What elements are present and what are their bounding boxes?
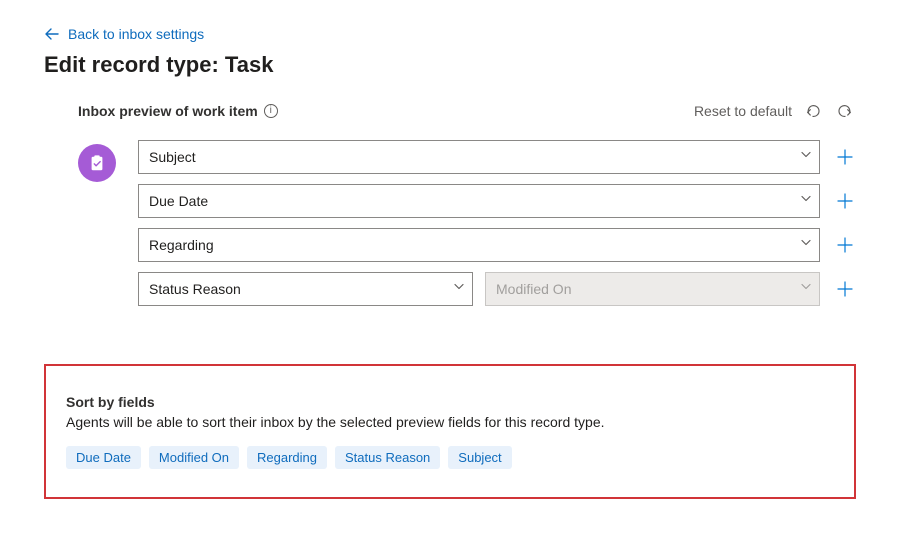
select-label: Due Date	[149, 193, 208, 209]
info-icon[interactable]: i	[264, 104, 278, 118]
field-select-subject[interactable]: Subject	[138, 140, 820, 174]
sort-chip-subject[interactable]: Subject	[448, 446, 511, 469]
field-select-modified-on: Modified On	[485, 272, 820, 306]
field-select-regarding[interactable]: Regarding	[138, 228, 820, 262]
sort-section-title: Sort by fields	[66, 394, 834, 410]
plus-icon	[836, 192, 854, 210]
preview-row: Regarding	[138, 228, 856, 262]
field-select-due-date[interactable]: Due Date	[138, 184, 820, 218]
preview-row: Due Date	[138, 184, 856, 218]
preview-row: Status Reason Modified On	[138, 272, 856, 306]
sort-chip-status-reason[interactable]: Status Reason	[335, 446, 440, 469]
select-label: Modified On	[496, 281, 571, 297]
chevron-down-icon	[799, 280, 813, 299]
back-link-label: Back to inbox settings	[68, 26, 204, 42]
preview-row-fields: Due Date	[138, 184, 820, 218]
select-label: Subject	[149, 149, 196, 165]
field-select-status-reason[interactable]: Status Reason	[138, 272, 473, 306]
task-clipboard-icon	[78, 144, 116, 182]
select-label: Status Reason	[149, 281, 241, 297]
reset-to-default-button[interactable]: Reset to default	[694, 103, 792, 119]
select-label: Regarding	[149, 237, 214, 253]
chevron-down-icon	[452, 280, 466, 299]
chevron-down-icon	[799, 148, 813, 167]
reset-group: Reset to default	[694, 100, 856, 122]
preview-section-title: Inbox preview of work item	[78, 103, 258, 119]
sort-chip-modified-on[interactable]: Modified On	[149, 446, 239, 469]
chevron-down-icon	[799, 236, 813, 255]
plus-icon	[836, 148, 854, 166]
redo-button[interactable]	[834, 100, 856, 122]
undo-button[interactable]	[802, 100, 824, 122]
plus-icon	[836, 236, 854, 254]
preview-row: Subject	[138, 140, 856, 174]
redo-icon	[836, 102, 854, 120]
chevron-down-icon	[799, 192, 813, 211]
back-to-inbox-link[interactable]: Back to inbox settings	[44, 26, 204, 42]
add-field-button[interactable]	[834, 190, 856, 212]
preview-row-fields: Regarding	[138, 228, 820, 262]
preview-rows: Subject D	[138, 140, 856, 306]
undo-icon	[804, 102, 822, 120]
sort-chip-due-date[interactable]: Due Date	[66, 446, 141, 469]
sort-section-description: Agents will be able to sort their inbox …	[66, 414, 834, 430]
section-title-wrap: Inbox preview of work item i	[78, 103, 278, 119]
page-title: Edit record type: Task	[44, 52, 856, 78]
preview-row-fields: Subject	[138, 140, 820, 174]
plus-icon	[836, 280, 854, 298]
sort-chip-regarding[interactable]: Regarding	[247, 446, 327, 469]
add-field-button[interactable]	[834, 146, 856, 168]
page-root: Back to inbox settings Edit record type:…	[0, 0, 900, 499]
add-field-button[interactable]	[834, 234, 856, 256]
arrow-left-icon	[44, 26, 60, 42]
sort-by-fields-section: Sort by fields Agents will be able to so…	[44, 364, 856, 499]
preview-section-header: Inbox preview of work item i Reset to de…	[78, 100, 856, 122]
add-field-button[interactable]	[834, 278, 856, 300]
preview-row-fields: Status Reason Modified On	[138, 272, 820, 306]
sort-chips: Due Date Modified On Regarding Status Re…	[66, 446, 834, 469]
content-area: Inbox preview of work item i Reset to de…	[44, 100, 856, 306]
preview-block: Subject D	[78, 140, 856, 306]
